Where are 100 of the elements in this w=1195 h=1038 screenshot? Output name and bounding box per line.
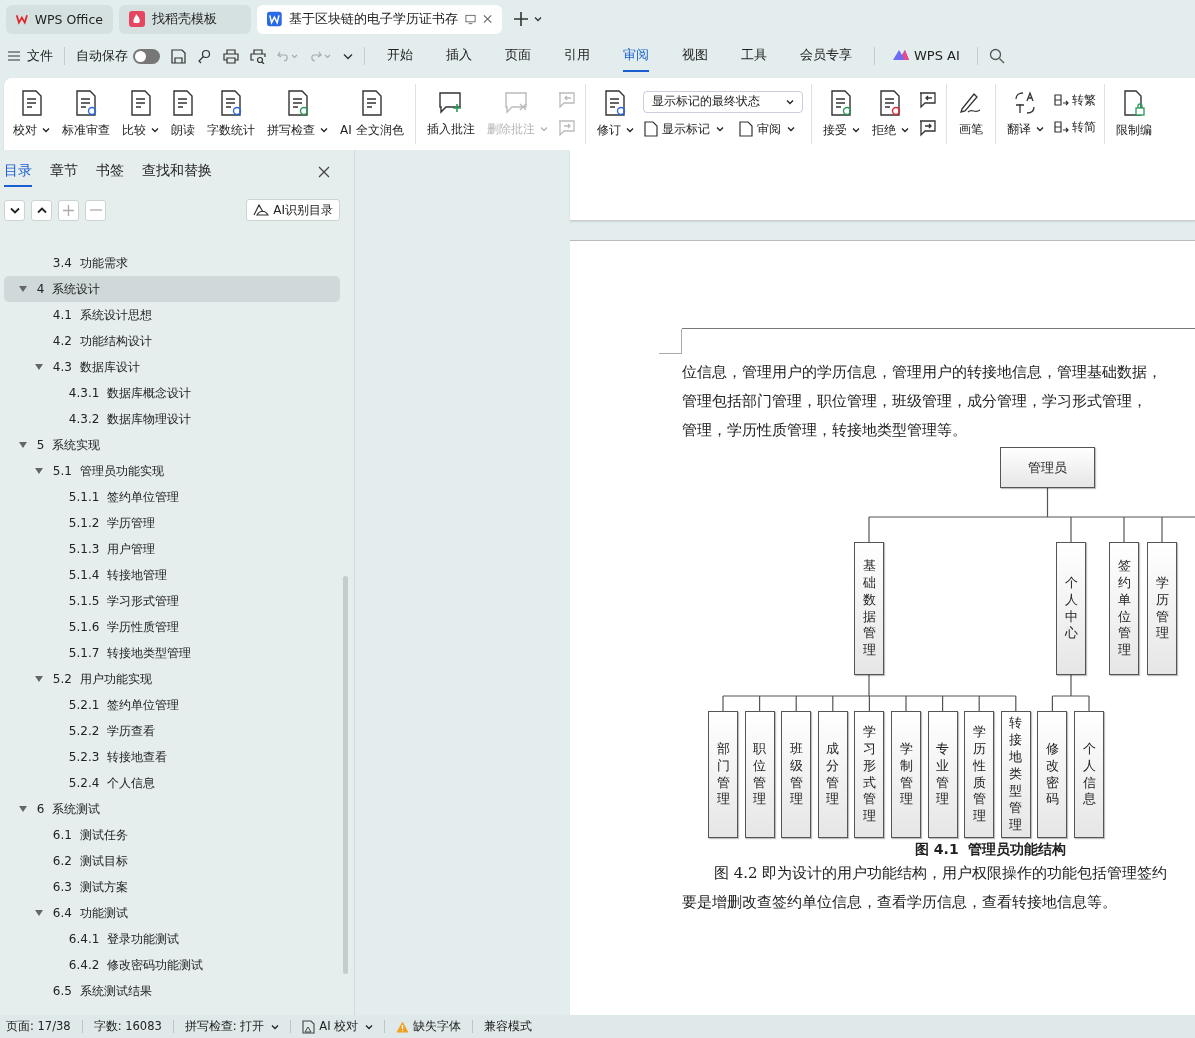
toc-item[interactable]: 5.1.2 学历管理 <box>4 510 340 536</box>
toc-item[interactable]: 6.4.1 登录功能测试 <box>4 926 340 952</box>
ai-toc-button[interactable]: AI识别目录 <box>246 199 340 221</box>
app-tab[interactable]: WPS Office <box>6 4 113 34</box>
expanded-triangle-icon[interactable] <box>35 675 43 683</box>
toc-item[interactable]: 5.1.7 转接地类型管理 <box>4 640 340 666</box>
expanded-triangle-icon[interactable] <box>35 467 43 475</box>
ribbon-button[interactable]: 朗读 <box>168 85 198 143</box>
collapse-button[interactable] <box>4 199 25 221</box>
toc-item[interactable]: 5.2.1 签约单位管理 <box>4 692 340 718</box>
expanded-triangle-icon[interactable] <box>35 909 43 917</box>
toc-item[interactable]: 5.1.3 用户管理 <box>4 536 340 562</box>
toc-item[interactable]: 5.2.3 转接地查看 <box>4 744 340 770</box>
print-preview-icon[interactable] <box>250 48 266 64</box>
toc-item[interactable]: 5.2 用户功能实现 <box>4 666 340 692</box>
add-tab-icon[interactable] <box>514 12 528 26</box>
search-icon[interactable] <box>988 48 1005 64</box>
toc-item[interactable]: 5.1.1 签约单位管理 <box>4 484 340 510</box>
toc-item[interactable]: 4.2 功能结构设计 <box>4 328 340 354</box>
next-change-icon[interactable] <box>917 119 938 137</box>
ribbon-button[interactable]: 标准审查 <box>59 85 113 143</box>
ai-proofread-button[interactable]: AI 校对 <box>302 1019 374 1034</box>
ribbon-button[interactable]: 拒绝 <box>868 85 912 143</box>
ribbon-button[interactable]: 修订 <box>593 85 637 143</box>
app-tab[interactable]: 找稻壳模板 <box>119 4 251 34</box>
ribbon-button[interactable]: 校对 <box>10 85 53 143</box>
toc-item[interactable]: 4.1 系统设计思想 <box>4 302 340 328</box>
close-icon[interactable] <box>318 166 330 178</box>
caret-icon <box>785 98 794 105</box>
close-icon[interactable] <box>482 14 492 24</box>
chart-node: 学历管理 <box>1147 542 1177 675</box>
pane-tab[interactable]: 查找和替换 <box>142 162 212 187</box>
toc-item[interactable]: 4.3.2 数据库物理设计 <box>4 406 340 432</box>
spell-check-button[interactable]: 拼写检查: 打开 <box>184 1019 280 1034</box>
ribbon-tab[interactable]: 引用 <box>564 40 590 72</box>
ribbon-tab[interactable]: 视图 <box>682 40 708 72</box>
ribbon-button[interactable]: 比较 <box>119 85 162 143</box>
autosave-toggle[interactable] <box>133 48 160 64</box>
expanded-triangle-icon[interactable] <box>19 285 27 293</box>
pane-tab[interactable]: 目录 <box>4 162 32 187</box>
ribbon-button[interactable]: AI 全文润色 <box>337 85 407 143</box>
ribbon-tab[interactable]: 工具 <box>741 40 767 72</box>
ribbon-button[interactable]: 插入批注 <box>423 86 478 142</box>
ribbon-tab[interactable]: 会员专享 <box>800 40 852 72</box>
toc-item[interactable]: 5.1.5 学习形式管理 <box>4 588 340 614</box>
previous-change-icon[interactable] <box>917 91 938 109</box>
app-tab[interactable]: 基于区块链的电子学历证书存 <box>257 4 502 34</box>
toc-item[interactable]: 6.1 测试任务 <box>4 822 340 848</box>
chevron-down-icon[interactable] <box>534 16 542 22</box>
save-icon[interactable] <box>171 48 186 64</box>
toc-item[interactable]: 5.2.2 学历查看 <box>4 718 340 744</box>
toc-item[interactable]: 6.3 测试方案 <box>4 874 340 900</box>
ribbon-button[interactable]: 审阅 <box>737 120 795 138</box>
ribbon-button[interactable]: 拼写检查 <box>264 85 331 143</box>
expand-button[interactable] <box>31 199 52 221</box>
file-menu[interactable]: 文件 <box>8 47 53 65</box>
ribbon-tab[interactable]: 开始 <box>387 40 413 72</box>
ribbon-button[interactable]: 字数统计 <box>204 85 258 143</box>
ribbon-button[interactable]: 显示标记 <box>642 120 724 138</box>
toc-item[interactable]: 6.4.2 修改密码功能测试 <box>4 952 340 978</box>
missing-fonts-button[interactable]: 缺失字体 <box>396 1019 462 1034</box>
print-icon[interactable] <box>223 48 239 64</box>
expanded-triangle-icon[interactable] <box>19 441 27 449</box>
ribbon-button[interactable]: 翻译 <box>1003 86 1047 142</box>
document-icon <box>603 89 628 116</box>
monitor-icon[interactable] <box>464 13 476 25</box>
toc-item[interactable]: 6.5 系统测试结果 <box>4 978 340 1004</box>
ribbon-button[interactable]: 转繁 <box>1052 92 1096 109</box>
ribbon-button[interactable]: 限制编 <box>1112 85 1155 143</box>
key-icon[interactable] <box>197 48 212 64</box>
chevron-down-icon[interactable] <box>343 52 353 60</box>
toc-item[interactable]: 4 系统设计 <box>4 276 340 302</box>
toc-item[interactable]: 5.2.4 个人信息 <box>4 770 340 796</box>
ribbon-button[interactable]: 画笔 <box>954 86 987 142</box>
toc-item[interactable]: 4.3 数据库设计 <box>4 354 340 380</box>
toc-item[interactable]: 5 系统实现 <box>4 432 340 458</box>
ribbon-button[interactable]: 转简 <box>1052 119 1096 136</box>
toc-item[interactable]: 5.1.6 学历性质管理 <box>4 614 340 640</box>
toc-item[interactable]: 3.4 功能需求 <box>4 250 340 276</box>
ribbon-tab[interactable]: 插入 <box>446 40 472 72</box>
expanded-triangle-icon[interactable] <box>35 363 43 371</box>
page-count[interactable]: 页面: 17/38 <box>6 1019 71 1034</box>
tab-title: WPS Office <box>34 11 103 27</box>
pane-tab[interactable]: 书签 <box>96 162 124 187</box>
toc-item[interactable]: 6.4 功能测试 <box>4 900 340 926</box>
wps-ai-button[interactable]: WPS AI <box>892 41 960 71</box>
toc-item[interactable]: 5.1.4 转接地管理 <box>4 562 340 588</box>
pane-tab[interactable]: 章节 <box>50 162 78 187</box>
word-count[interactable]: 字数: 16083 <box>93 1019 162 1034</box>
translate-icon <box>1013 90 1038 115</box>
ribbon-button[interactable]: 接受 <box>819 85 863 143</box>
ribbon-tab[interactable]: 审阅 <box>623 40 649 72</box>
toc-item[interactable]: 5.1 管理员功能实现 <box>4 458 340 484</box>
expanded-triangle-icon[interactable] <box>19 805 27 813</box>
toc-item[interactable]: 6 系统测试 <box>4 796 340 822</box>
scrollbar-thumb[interactable] <box>343 576 348 974</box>
toc-item[interactable]: 6.2 测试目标 <box>4 848 340 874</box>
toc-item[interactable]: 4.3.1 数据库概念设计 <box>4 380 340 406</box>
markup-display-dropdown[interactable]: 显示标记的最终状态 <box>642 90 803 113</box>
ribbon-tab[interactable]: 页面 <box>505 40 531 72</box>
